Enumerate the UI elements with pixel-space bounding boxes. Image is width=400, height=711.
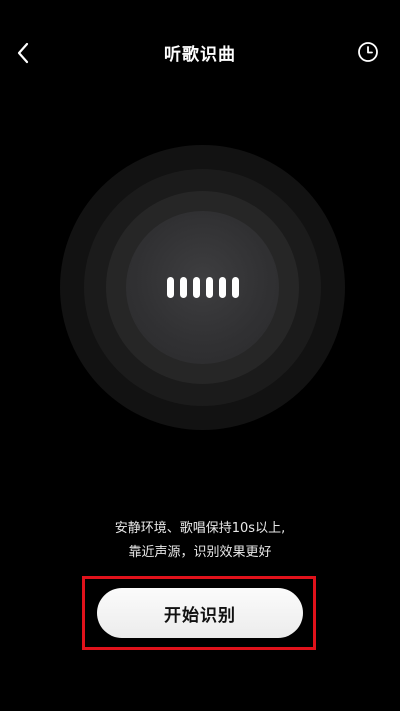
start-recognition-button[interactable]: 开始识别 <box>97 588 303 638</box>
song-recognition-screen: 听歌识曲 安静环境、歌唱保持10s以上, 靠近声源，识别效果更好 开始识别 <box>0 0 400 711</box>
listening-visualizer <box>60 145 345 430</box>
top-bar: 听歌识曲 <box>0 0 400 100</box>
sound-bar <box>192 277 200 298</box>
recognition-hint: 安静环境、歌唱保持10s以上, 靠近声源，识别效果更好 <box>0 517 400 565</box>
sound-bar <box>231 277 239 298</box>
hint-line-1: 安静环境、歌唱保持10s以上, <box>114 521 286 536</box>
hint-line-2: 靠近声源，识别效果更好 <box>128 545 272 560</box>
history-button[interactable] <box>356 40 380 64</box>
sound-bar <box>218 277 226 298</box>
sound-wave-bars <box>60 145 345 430</box>
sound-bar <box>179 277 187 298</box>
page-title: 听歌识曲 <box>164 45 236 65</box>
sound-bar <box>205 277 213 298</box>
sound-bar <box>166 277 174 298</box>
clock-icon <box>358 42 378 62</box>
